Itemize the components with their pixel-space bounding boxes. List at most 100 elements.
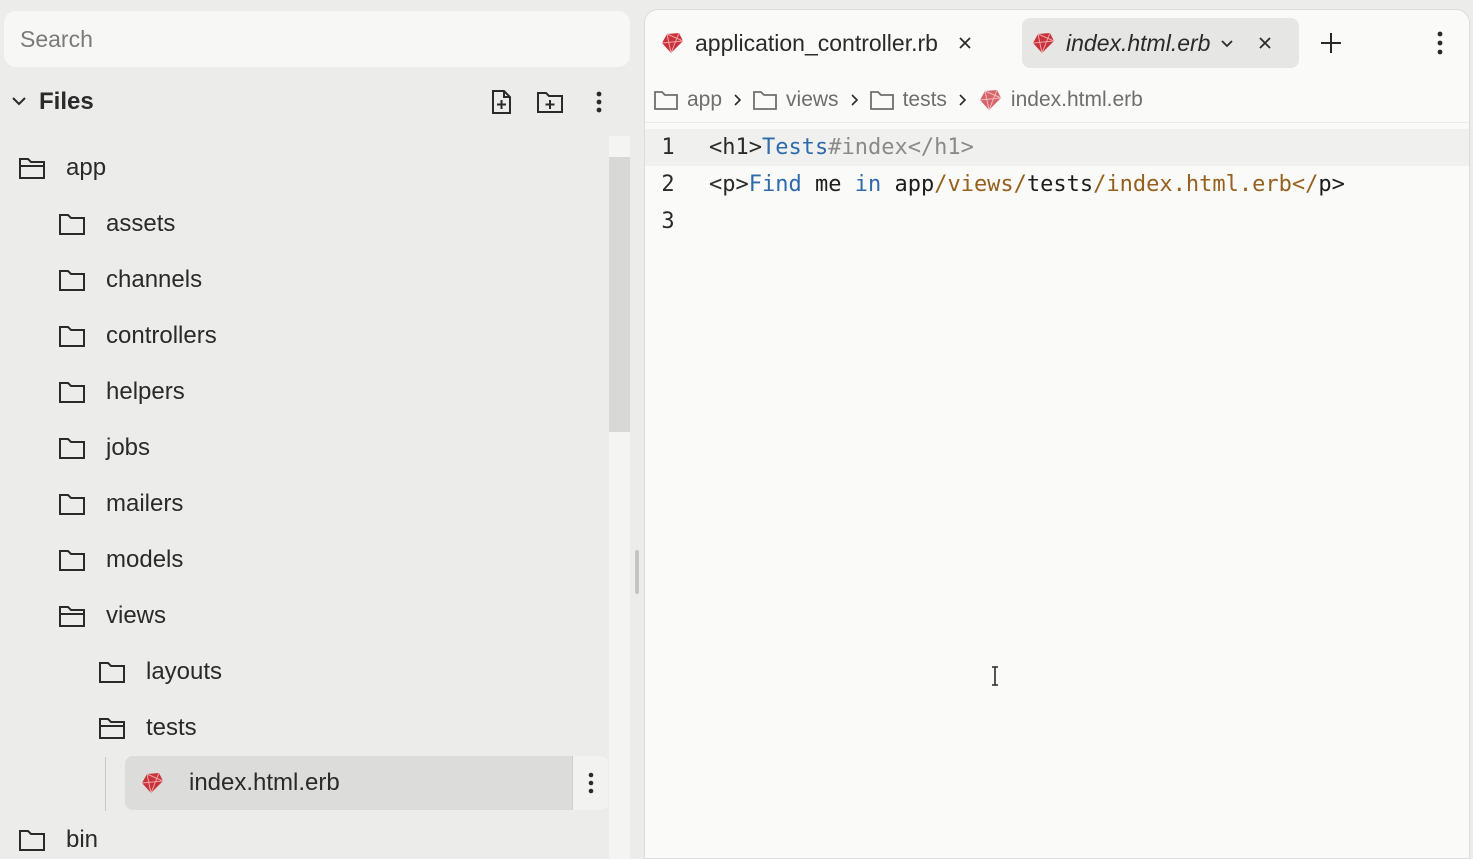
ruby-icon [1032,32,1055,54]
panel-resize-handle[interactable] [635,550,639,594]
tree-item[interactable]: bin [18,812,608,859]
editor-more-button[interactable] [1437,31,1443,60]
tree-item-label: assets [106,210,176,237]
new-folder-button[interactable] [534,86,566,118]
search-input[interactable] [18,24,612,54]
tree-item-label: bin [66,826,99,853]
editor-panel: application_controller.rb index.html.erb… [644,9,1470,859]
tree-item[interactable]: controllers [58,308,608,364]
breadcrumb-item[interactable]: tests [869,88,947,112]
token-tag: <p> [709,172,749,197]
new-folder-icon [537,92,563,113]
token-text: Tests [761,135,829,160]
code-text: <h1>Tests#index</h1> [709,135,974,160]
line-number: 3 [661,209,675,234]
sidebar-scrollbar-thumb[interactable] [609,157,630,432]
files-header[interactable]: Files [0,80,630,124]
tab-label: index.html.erb [1066,29,1211,56]
more-vertical-icon [596,91,602,113]
folder-open-icon [98,716,126,740]
tree-item[interactable]: index.html.erb [125,756,608,810]
chevron-right-icon [732,93,742,107]
tree-item-label: tests [146,714,197,741]
breadcrumb-label: app [687,88,723,111]
tree-item[interactable]: models [58,532,608,588]
folder-icon [98,660,126,684]
folder-icon [869,91,894,110]
chevron-down-icon[interactable] [10,92,28,110]
more-vertical-icon [588,772,594,794]
breadcrumb: app views tests index.html.erb [653,82,1143,118]
tree-item[interactable]: views [58,588,608,644]
tree-item-label: index.html.erb [189,769,340,796]
token-string: /index.html.erb</ [1093,172,1319,197]
line-number: 2 [661,172,675,197]
files-more-button[interactable] [583,86,615,118]
tree-item-label: layouts [146,658,223,685]
tree-item-label: app [66,154,107,181]
close-icon[interactable] [1258,36,1272,50]
breadcrumb-divider [645,122,1469,123]
code-text: <p>Find me in app/views/tests/index.html… [709,172,1345,197]
folder-icon [58,268,86,292]
folder-icon [58,324,86,348]
folder-icon [58,212,86,236]
tree-item[interactable]: tests [98,700,608,756]
tree-item[interactable]: layouts [98,644,608,700]
tree-item-label: channels [106,266,203,293]
tree-item[interactable]: mailers [58,476,608,532]
plus-icon [1321,33,1341,53]
code-line[interactable]: 2 <p>Find me in app/views/tests/index.ht… [645,166,1469,203]
breadcrumb-label: views [786,88,839,111]
ruby-icon [979,89,1002,111]
folder-icon [654,91,678,110]
folder-icon [18,828,46,852]
tree-item[interactable]: helpers [58,364,608,420]
tree-item-label: controllers [106,322,217,349]
folder-icon [58,492,86,516]
token-keyword: in [854,172,882,197]
text-cursor-icon [992,666,998,686]
new-tab-button[interactable] [1319,31,1343,60]
code-editor[interactable]: 1 <h1>Tests#index</h1> 2 <p>Find me in a… [645,129,1469,240]
code-line[interactable]: 3 [645,203,1469,240]
token-tag: p> [1318,172,1345,197]
tree-item-label: mailers [106,490,184,517]
token-text: tests [1026,172,1094,197]
tree-indent-guide [105,757,106,811]
token-text: app [881,172,935,197]
breadcrumb-item[interactable]: app [653,88,722,112]
new-file-icon [492,90,511,114]
search-box[interactable] [4,11,630,67]
tree-item-label: helpers [106,378,185,405]
file-sidebar: Files app assets channels controllers helper… [0,0,640,859]
tab-application-controller[interactable]: application_controller.rb [659,18,1009,68]
token-text: Find [748,172,802,197]
tree-item-label: views [106,602,167,629]
close-icon[interactable] [958,36,972,50]
token-text: #index</h1> [828,135,974,160]
token-string: /views/ [934,172,1027,197]
chevron-right-icon [957,93,967,107]
breadcrumb-item[interactable]: views [752,88,839,112]
tree-item[interactable]: channels [58,252,608,308]
chevron-down-icon[interactable] [1220,36,1234,50]
folder-open-icon [18,156,46,180]
tree-item[interactable]: app [18,140,608,196]
tree-item[interactable]: jobs [58,420,608,476]
new-file-button[interactable] [485,86,517,118]
code-line[interactable]: 1 <h1>Tests#index</h1> [645,129,1469,166]
tree-item-more-button[interactable] [572,756,608,810]
tab-index-html-erb[interactable]: index.html.erb [1022,18,1299,68]
folder-icon [58,380,86,404]
folder-icon [58,436,86,460]
token-tag: <h1> [709,135,762,160]
breadcrumb-label: index.html.erb [1010,88,1143,111]
tab-label: application_controller.rb [695,29,938,56]
tree-item[interactable]: assets [58,196,608,252]
ruby-icon [661,32,684,54]
breadcrumb-item[interactable]: index.html.erb [977,88,1143,112]
tree-item-label: models [106,546,184,573]
ruby-icon [139,771,167,795]
breadcrumb-label: tests [902,88,947,111]
